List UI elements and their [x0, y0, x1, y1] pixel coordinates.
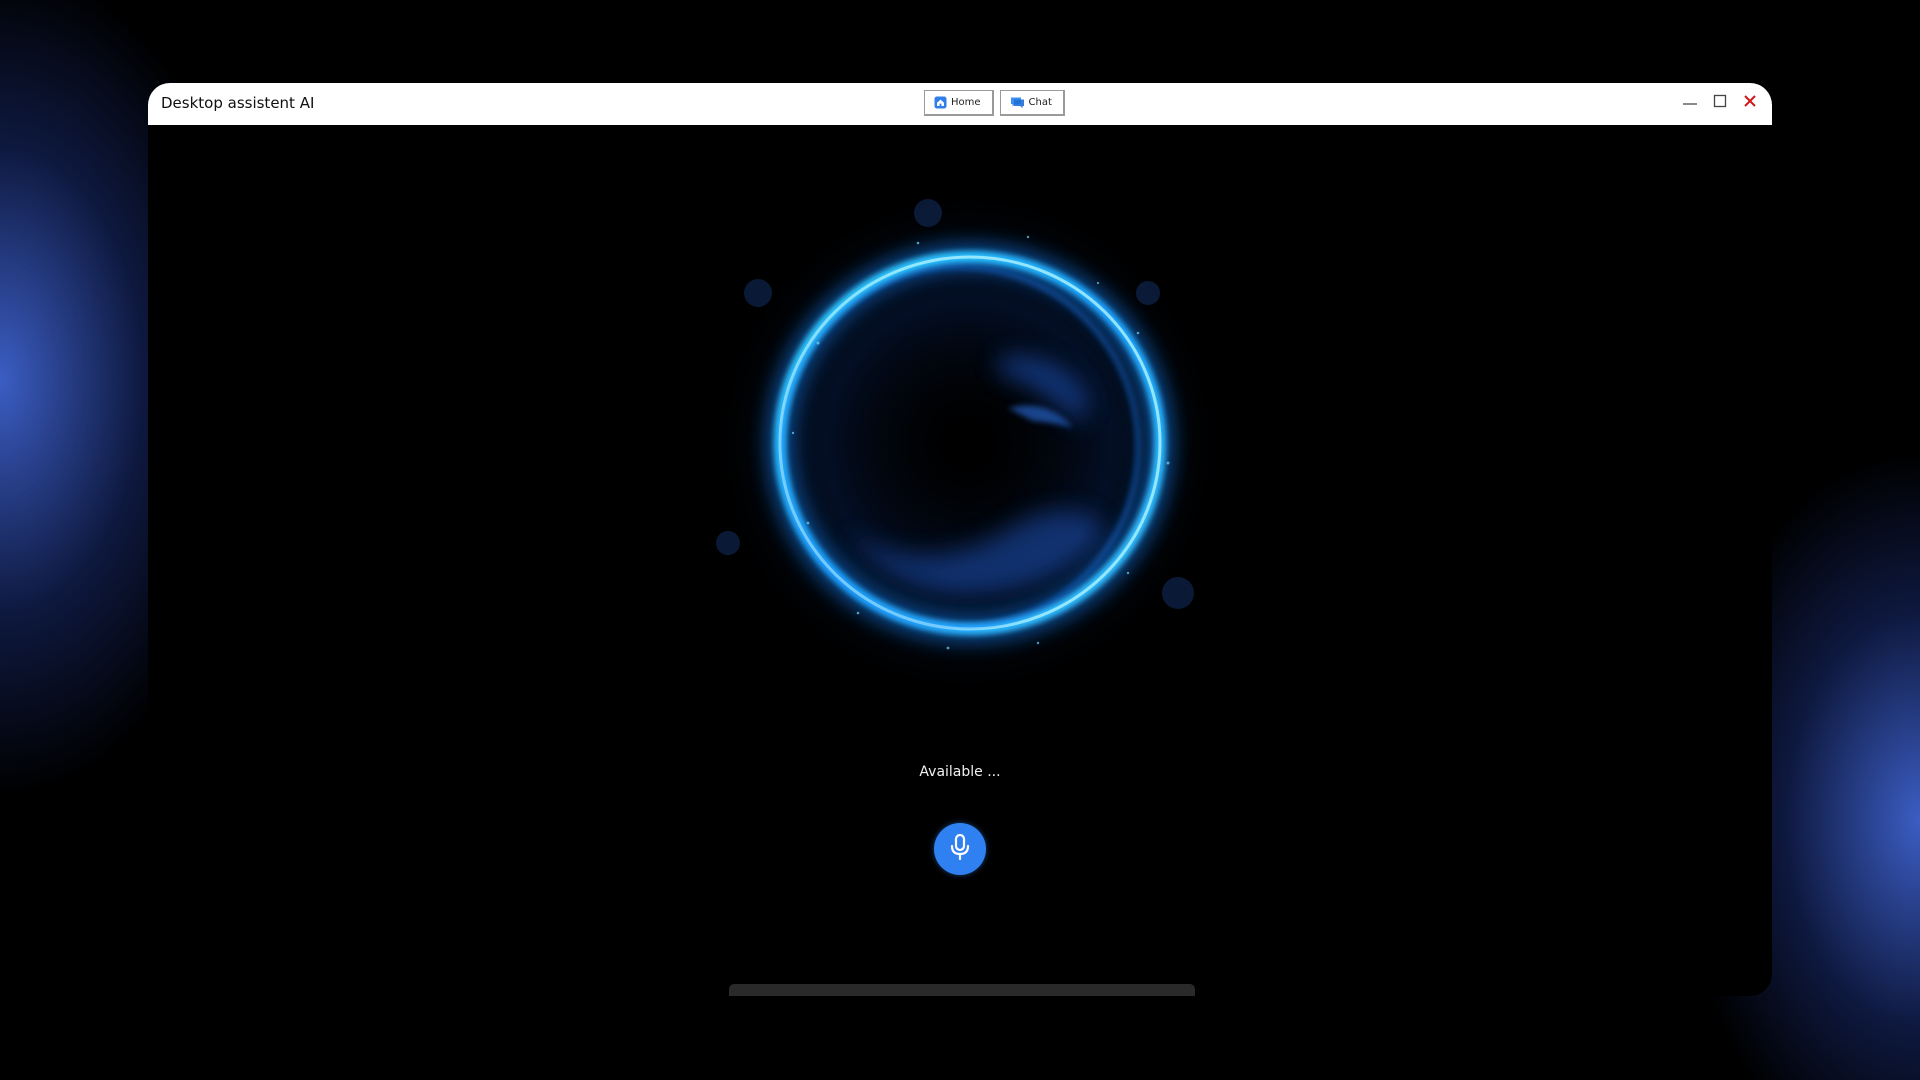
tab-chat[interactable]: Chat — [999, 90, 1065, 116]
tab-home-label: Home — [951, 97, 981, 108]
close-button[interactable] — [1740, 93, 1760, 113]
window-controls — [1680, 93, 1760, 113]
tab-home[interactable]: Home — [924, 90, 994, 116]
maximize-icon — [1712, 93, 1728, 113]
title-bar[interactable]: Desktop assistent AI Home Chat — [148, 83, 1772, 125]
maximize-button[interactable] — [1710, 93, 1730, 113]
app-window: Desktop assistent AI Home Chat Available… — [148, 83, 1772, 996]
close-icon — [1742, 93, 1758, 113]
app-title: Desktop assistent AI — [161, 94, 315, 112]
assistant-orb — [698, 173, 1238, 713]
home-icon — [934, 96, 947, 109]
microphone-button[interactable] — [934, 823, 986, 875]
nav-tabs: Home Chat — [924, 90, 1065, 116]
input-bar[interactable] — [729, 984, 1195, 996]
tab-chat-label: Chat — [1028, 97, 1052, 108]
status-text: Available ... — [919, 764, 1001, 780]
minimize-icon — [1682, 93, 1698, 113]
chat-icon — [1010, 96, 1025, 109]
minimize-button[interactable] — [1680, 93, 1700, 113]
microphone-icon — [947, 833, 973, 865]
